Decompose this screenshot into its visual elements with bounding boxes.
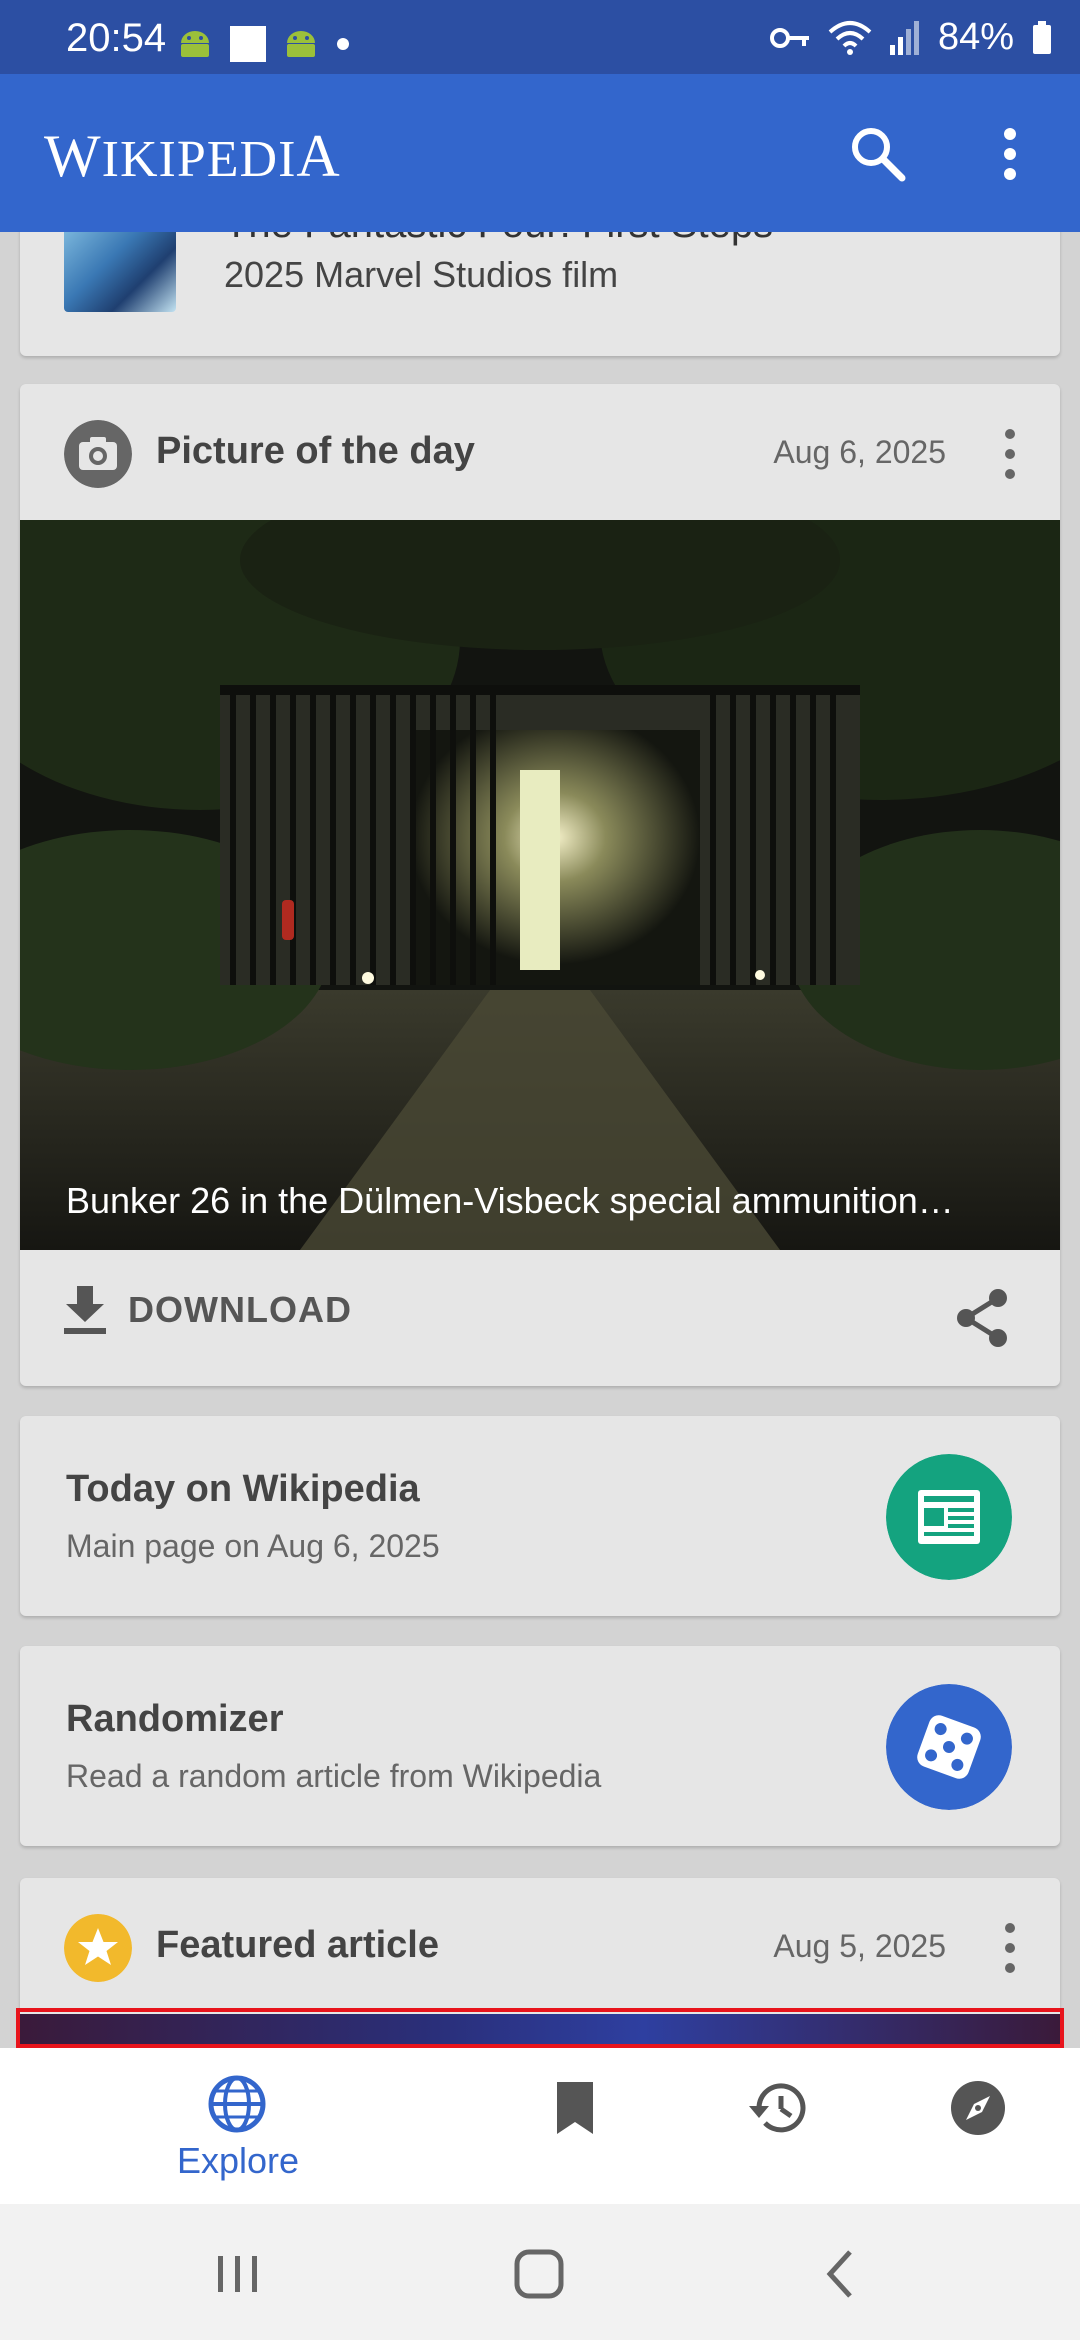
battery-level: 84% xyxy=(937,16,1014,58)
android-icon xyxy=(181,31,209,57)
status-bar: 20:54 84% xyxy=(0,0,1080,74)
search-icon[interactable] xyxy=(846,122,910,186)
today-on-wikipedia-card[interactable]: Today on Wikipedia Main page on Aug 6, 2… xyxy=(20,1416,1060,1616)
camera-icon xyxy=(64,420,132,488)
nav-history[interactable] xyxy=(717,2074,837,2184)
bottom-navigation: Explore xyxy=(0,2048,1080,2204)
card-actions: DOWNLOAD xyxy=(20,1250,1060,1386)
in-the-news-card[interactable]: The Fantastic Four: First Steps 2025 Mar… xyxy=(20,232,1060,356)
dot-icon xyxy=(337,38,349,50)
featured-article-image[interactable] xyxy=(20,2014,1060,2048)
more-vert-icon[interactable] xyxy=(990,122,1030,186)
card-title: Picture of the day xyxy=(156,430,475,472)
card-title: Featured article xyxy=(156,1924,439,1966)
nav-nearby[interactable] xyxy=(918,2074,1038,2184)
explore-icon xyxy=(208,2075,266,2133)
back-button[interactable] xyxy=(812,2244,872,2304)
card-subtitle: Main page on Aug 6, 2025 xyxy=(66,1528,440,1564)
more-vert-icon[interactable] xyxy=(998,1920,1022,1976)
picture-of-the-day-card[interactable]: Picture of the day Aug 6, 2025 Bunker 26… xyxy=(20,384,1060,1386)
card-title: Randomizer xyxy=(66,1698,284,1740)
explore-feed[interactable]: The Fantastic Four: First Steps 2025 Mar… xyxy=(0,232,1080,2048)
card-date: Aug 6, 2025 xyxy=(773,434,946,470)
card-title: Today on Wikipedia xyxy=(66,1468,420,1510)
newspaper-icon xyxy=(886,1454,1012,1580)
card-header: Featured article Aug 5, 2025 xyxy=(20,1878,1060,2014)
android-icon xyxy=(287,31,315,57)
download-label: DOWNLOAD xyxy=(128,1289,352,1330)
nav-saved[interactable] xyxy=(515,2074,635,2184)
battery-icon xyxy=(1033,20,1051,54)
square-icon xyxy=(230,26,266,62)
key-icon xyxy=(769,27,809,48)
article-thumbnail xyxy=(64,232,176,312)
article-description: 2025 Marvel Studios film xyxy=(224,254,619,295)
app-bar: WIKIPEDIA xyxy=(0,74,1080,232)
randomizer-card[interactable]: Randomizer Read a random article from Wi… xyxy=(20,1646,1060,1846)
home-button[interactable] xyxy=(509,2244,569,2304)
star-icon xyxy=(64,1914,132,1982)
wifi-icon xyxy=(828,20,872,55)
nav-explore[interactable]: Explore xyxy=(177,2074,300,2184)
dice-icon xyxy=(886,1684,1012,1810)
status-time: 20:54 xyxy=(66,16,167,60)
card-subtitle: Read a random article from Wikipedia xyxy=(66,1758,602,1794)
system-navigation-bar xyxy=(0,2204,1080,2340)
nav-explore-label: Explore xyxy=(177,2140,300,2181)
history-icon xyxy=(749,2083,806,2133)
share-icon[interactable] xyxy=(954,1288,1010,1348)
recents-button[interactable] xyxy=(208,2244,268,2304)
bunker-photo xyxy=(20,520,1060,1250)
saved-icon xyxy=(557,2082,593,2134)
nearby-icon xyxy=(951,2081,1005,2135)
wikipedia-logo[interactable]: WIKIPEDIA xyxy=(44,122,341,191)
featured-article-card[interactable]: Featured article Aug 5, 2025 xyxy=(20,1878,1060,2048)
notification-icons xyxy=(178,26,350,62)
download-button[interactable]: DOWNLOAD xyxy=(64,1286,352,1334)
download-icon xyxy=(64,1286,106,1334)
card-date: Aug 5, 2025 xyxy=(773,1928,946,1964)
picture-of-the-day-image[interactable]: Bunker 26 in the Dülmen-Visbeck special … xyxy=(20,520,1060,1250)
card-header: Picture of the day Aug 6, 2025 xyxy=(20,384,1060,520)
article-title: The Fantastic Four: First Steps xyxy=(224,232,773,247)
status-right: 84% xyxy=(769,16,1052,59)
signal-icon xyxy=(889,20,919,55)
more-vert-icon[interactable] xyxy=(998,426,1022,482)
image-caption: Bunker 26 in the Dülmen-Visbeck special … xyxy=(66,1180,954,1221)
